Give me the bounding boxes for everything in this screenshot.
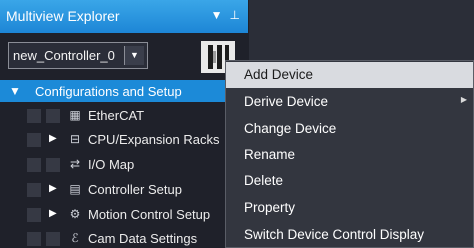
menu-item-label: Rename xyxy=(244,147,296,162)
controller-select-value: new_Controller_0 xyxy=(13,48,115,63)
tree-item-ethercat[interactable]: ▦ EtherCAT xyxy=(0,104,249,128)
menu-item-add-device[interactable]: Add Device xyxy=(226,62,473,88)
menu-item-label: Add Device xyxy=(244,67,314,82)
explorer-header: Multiview Explorer ▼ ⊥ xyxy=(0,0,248,33)
expand-arrow-icon[interactable]: ▶ xyxy=(49,208,57,219)
dropdown-arrow-icon[interactable]: ▼ xyxy=(211,8,223,22)
motion-gear-icon: ⚙ xyxy=(69,207,81,221)
menu-item-label: Switch Device Control Display xyxy=(244,227,425,242)
status-box xyxy=(27,109,41,123)
status-box xyxy=(27,232,41,246)
tree-item-cpu-racks[interactable]: ▶ ⊟ CPU/Expansion Racks xyxy=(0,128,249,152)
chevron-down-icon[interactable]: ▼ xyxy=(124,46,144,65)
expand-arrow-icon[interactable]: ▶ xyxy=(49,133,57,144)
expand-triangle-icon[interactable]: ▼ xyxy=(9,84,21,98)
expand-arrow-icon[interactable]: ▶ xyxy=(49,183,57,194)
tree-item-label: I/O Map xyxy=(88,157,135,172)
tree-root-label: Configurations and Setup xyxy=(35,84,182,99)
tree-item-cam-data[interactable]: ℰ Cam Data Settings xyxy=(0,227,249,248)
rack-icon: ⊟ xyxy=(69,132,81,146)
tree-item-label: Cam Data Settings xyxy=(88,231,198,246)
cam-icon: ℰ xyxy=(71,231,79,245)
tree-item-label: CPU/Expansion Racks xyxy=(88,132,220,147)
tree-item-controller-setup[interactable]: ▶ ▤ Controller Setup xyxy=(0,178,249,202)
menu-item-delete[interactable]: Delete xyxy=(226,168,473,194)
context-menu: Add Device Derive Device ▶ Change Device… xyxy=(225,60,474,248)
status-box xyxy=(46,232,60,246)
status-box xyxy=(27,208,41,222)
io-map-icon: ⇄ xyxy=(69,157,81,171)
explorer-title: Multiview Explorer xyxy=(6,8,120,24)
controller-select[interactable]: new_Controller_0 ▼ xyxy=(8,42,148,69)
menu-item-derive-device[interactable]: Derive Device ▶ xyxy=(226,89,473,115)
tree-root-configurations[interactable]: ▼ Configurations and Setup xyxy=(0,80,249,102)
menu-item-rename[interactable]: Rename xyxy=(226,142,473,168)
pin-icon[interactable]: ⊥ xyxy=(230,8,240,22)
menu-item-label: Property xyxy=(244,200,296,215)
status-box xyxy=(27,133,41,147)
tree-item-label: EtherCAT xyxy=(88,108,145,123)
menu-item-label: Derive Device xyxy=(244,94,329,109)
status-box xyxy=(27,183,41,197)
menu-item-switch-display[interactable]: Switch Device Control Display xyxy=(226,222,473,248)
menu-item-label: Change Device xyxy=(244,121,337,136)
status-box xyxy=(46,158,60,172)
tree-item-io-map[interactable]: ⇄ I/O Map xyxy=(0,153,249,177)
submenu-arrow-icon: ▶ xyxy=(460,95,467,104)
tree-item-label: Controller Setup xyxy=(88,182,182,197)
tree-item-motion-control[interactable]: ▶ ⚙ Motion Control Setup xyxy=(0,203,249,227)
menu-item-label: Delete xyxy=(244,173,284,188)
tree-item-label: Motion Control Setup xyxy=(88,207,211,222)
ethercat-icon: ▦ xyxy=(69,108,81,122)
menu-item-change-device[interactable]: Change Device xyxy=(226,116,473,142)
menu-item-property[interactable]: Property xyxy=(226,195,473,221)
status-box xyxy=(46,109,60,123)
status-box xyxy=(27,158,41,172)
multiview-explorer-panel: Multiview Explorer ▼ ⊥ new_Controller_0 … xyxy=(0,0,249,248)
controller-setup-icon: ▤ xyxy=(69,182,81,196)
